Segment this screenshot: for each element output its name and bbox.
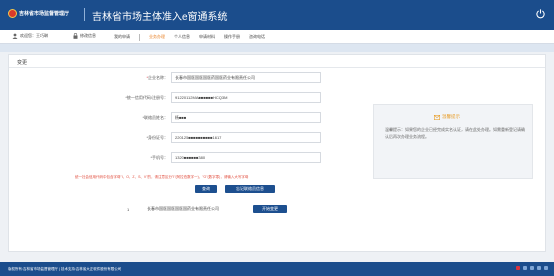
- contact-name-input[interactable]: 杨■■■: [171, 112, 321, 123]
- nav-item-materials[interactable]: 申请材料: [199, 34, 215, 41]
- credit-code-label: *统一信用代码/注册号：: [125, 94, 168, 100]
- card-title: 变更: [17, 60, 28, 66]
- query-button[interactable]: 查询: [195, 185, 217, 193]
- badge-icon: [530, 266, 534, 270]
- change-card: 变更 *企业名称： 长春市国医国医国医药国医药业有限责任公司 *统一信用代码/注…: [8, 54, 546, 252]
- id-number-label: *身份证号：: [146, 134, 168, 140]
- lock-icon: [73, 33, 78, 39]
- sub-banner: [0, 44, 554, 52]
- phone-row: *手机号： 1320■■■■■■380: [99, 152, 321, 163]
- credit-code-input[interactable]: 91220112MA■■■■■■HCQ3M: [171, 92, 321, 103]
- top-header: 吉林省市场监督管理厅 吉林省市场主体准入e窗通系统: [0, 0, 554, 30]
- nav-bar: 欢迎您：王巧琳 修改信息 我的申请 业务办理 个人信息 申请材料 操作手册 咨询…: [0, 30, 554, 44]
- mail-icon: [434, 114, 440, 120]
- system-title: 吉林省市场主体准入e窗通系统: [92, 12, 228, 23]
- forgot-contact-button[interactable]: 忘记联络员信息: [225, 185, 275, 193]
- tip-body: 温馨提示：如果您的企业已经完成实名认证，请在此处办理。如需重新登记请确认后再次办…: [385, 127, 525, 139]
- welcome-user: 欢迎您：王巧琳: [12, 33, 48, 39]
- tip-title: 温馨提示: [442, 114, 460, 119]
- badge-icon: [523, 266, 527, 270]
- card-divider: [9, 67, 545, 68]
- badge-icon: [516, 266, 520, 270]
- contact-name-label: *联络员姓名：: [142, 114, 168, 120]
- tip-panel: 温馨提示 温馨提示：如果您的企业已经完成实名认证，请在此处办理。如需重新登记请确…: [373, 104, 533, 179]
- tip-header: 温馨提示: [434, 114, 460, 120]
- company-name-row: *企业名称： 长春市国医国医国医药国医药业有限责任公司: [99, 72, 321, 83]
- company-name-label: *企业名称：: [146, 74, 168, 80]
- nav-item-my-applications[interactable]: 我的申请: [114, 34, 130, 41]
- footer-badges: [516, 266, 548, 270]
- footer-text: 版权所有:吉林省市场监督管理厅 | 技术支持:吉林省大正软件股份有限公司: [8, 267, 122, 271]
- id-number-row: *身份证号： 220125■■■■■■■■■■1617: [99, 132, 321, 143]
- result-company-name: 长春市国医国医国医国药业有限责任公司: [147, 206, 219, 211]
- badge-icon: [544, 266, 548, 270]
- id-number-input[interactable]: 220125■■■■■■■■■■1617: [171, 132, 321, 143]
- nav-item-profile[interactable]: 个人信息: [174, 34, 190, 41]
- header-divider: [84, 8, 85, 21]
- welcome-text: 欢迎您：王巧琳: [20, 33, 48, 38]
- emblem-logo-icon: [8, 9, 17, 18]
- change-password-link[interactable]: 修改信息: [73, 33, 96, 39]
- result-index: 1: [127, 206, 130, 212]
- contact-name-row: *联络员姓名： 杨■■■: [99, 112, 321, 123]
- credit-code-row: *统一信用代码/注册号： 91220112MA■■■■■■HCQ3M: [99, 92, 321, 103]
- change-password-label: 修改信息: [80, 33, 96, 38]
- nav-item-manual[interactable]: 操作手册: [224, 34, 240, 41]
- badge-icon: [537, 266, 541, 270]
- company-name-input[interactable]: 长春市国医国医国医药国医药业有限责任公司: [171, 72, 321, 83]
- nav-item-hotline[interactable]: 咨询电话: [249, 34, 265, 41]
- power-icon[interactable]: [535, 8, 546, 19]
- start-change-button[interactable]: 开始变更: [253, 205, 287, 213]
- nav-item-business[interactable]: 业务办理: [149, 34, 165, 41]
- nav-separator: [139, 34, 140, 41]
- user-icon: [12, 33, 18, 39]
- phone-label: *手机号：: [150, 154, 168, 160]
- phone-input[interactable]: 1320■■■■■■380: [171, 152, 321, 163]
- nav-menu: 我的申请 业务办理 个人信息 申请材料 操作手册 咨询电话: [114, 34, 265, 41]
- credit-code-note: 统一社会信用代码中包含字母"I、O、Z、S、V"的，请注意区分"I"(阿拉伯数字…: [75, 175, 249, 179]
- org-name: 吉林省市场监督管理厅: [19, 11, 70, 17]
- result-row: 1 长春市国医国医国医国药业有限责任公司: [127, 206, 219, 212]
- footer: 版权所有:吉林省市场监督管理厅 | 技术支持:吉林省大正软件股份有限公司: [0, 262, 554, 276]
